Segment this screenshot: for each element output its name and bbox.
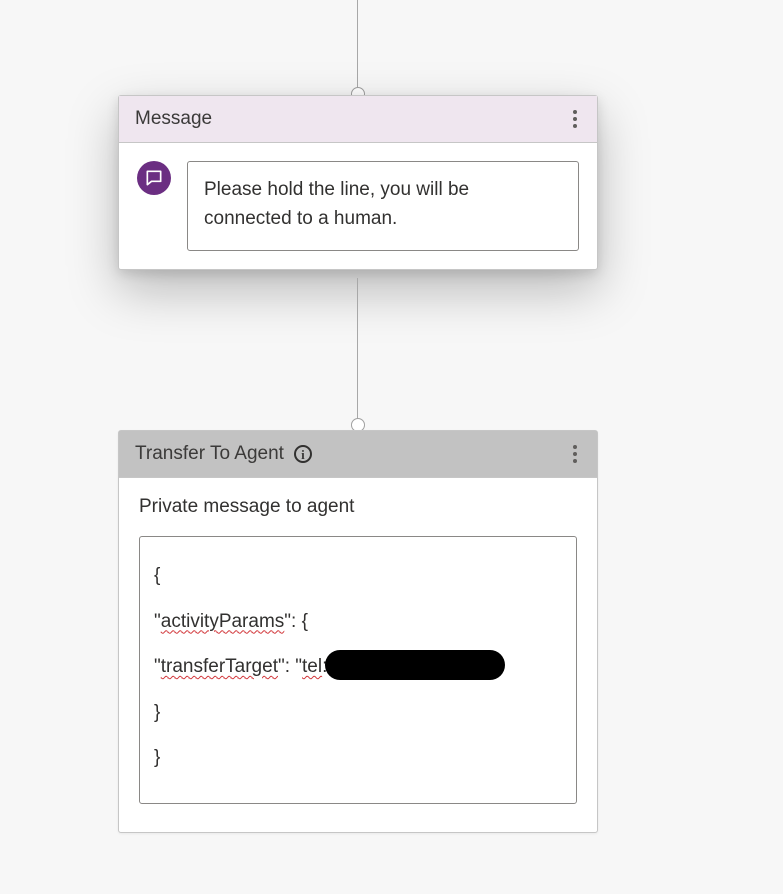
private-message-input[interactable]: { "activityParams": { "transferTarget": …: [139, 536, 577, 804]
message-node-body: Please hold the line, you will be connec…: [119, 143, 597, 269]
connector-line: [357, 0, 358, 95]
message-text: Please hold the line, you will be connec…: [204, 179, 469, 229]
chat-bubble-icon: [137, 161, 171, 195]
connector-line: [357, 278, 358, 426]
node-title: Transfer To Agent: [135, 443, 284, 465]
code-line: "activityParams": {: [154, 599, 562, 645]
message-node-header[interactable]: Message: [119, 96, 597, 143]
code-line: "transferTarget": "tel:: [154, 644, 562, 690]
redacted-value: [325, 650, 505, 680]
field-label: Private message to agent: [139, 496, 577, 518]
transfer-node-header[interactable]: Transfer To Agent i: [119, 431, 597, 478]
message-node[interactable]: Message Please hold the line, you will b…: [118, 95, 598, 270]
transfer-node-body: Private message to agent { "activityPara…: [119, 478, 597, 832]
code-line: }: [154, 690, 562, 736]
code-line: }: [154, 735, 562, 781]
flow-canvas[interactable]: Message Please hold the line, you will b…: [0, 0, 783, 894]
more-actions-button[interactable]: [569, 106, 581, 132]
code-line: {: [154, 553, 562, 599]
transfer-node[interactable]: Transfer To Agent i Private message to a…: [118, 430, 598, 833]
more-actions-button[interactable]: [569, 441, 581, 467]
node-title: Message: [135, 108, 212, 130]
info-icon[interactable]: i: [294, 445, 312, 463]
message-text-input[interactable]: Please hold the line, you will be connec…: [187, 161, 579, 251]
